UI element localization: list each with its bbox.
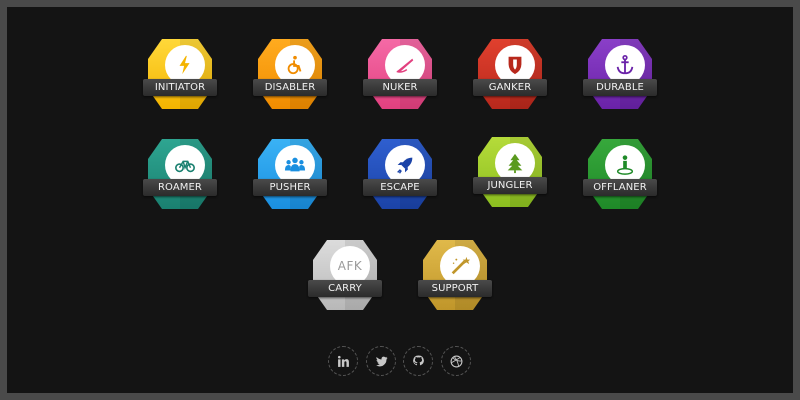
afk-label: AFK bbox=[337, 259, 363, 273]
github-icon bbox=[412, 355, 424, 365]
badge-carry[interactable]: AFK CARRY bbox=[308, 238, 392, 312]
linkedin-icon bbox=[337, 355, 349, 367]
badge-label: OFFLANER bbox=[583, 179, 657, 196]
twitter-icon bbox=[375, 356, 387, 366]
badge-disabler[interactable]: DISABLER bbox=[253, 37, 337, 111]
github-link[interactable] bbox=[403, 346, 433, 376]
badge-label: INITIATOR bbox=[143, 79, 217, 96]
dribbble-link[interactable] bbox=[441, 346, 471, 376]
badge-jungler[interactable]: JUNGLER bbox=[473, 135, 557, 209]
dribbble-icon bbox=[450, 355, 462, 367]
badge-support[interactable]: SUPPORT bbox=[418, 238, 502, 312]
badge-label: PUSHER bbox=[253, 179, 327, 196]
badge-label: DISABLER bbox=[253, 79, 327, 96]
badge-label: ROAMER bbox=[143, 179, 217, 196]
twitter-link[interactable] bbox=[366, 346, 396, 376]
linkedin-link[interactable] bbox=[328, 346, 358, 376]
badge-label: DURABLE bbox=[583, 79, 657, 96]
badge-offlaner[interactable]: OFFLANER bbox=[583, 137, 667, 211]
page-frame: INITIATOR DISABLER NUKER GANKER DURABLE … bbox=[7, 7, 793, 393]
badge-label: ESCAPE bbox=[363, 179, 437, 196]
badge-ganker[interactable]: GANKER bbox=[473, 37, 557, 111]
badge-label: SUPPORT bbox=[418, 280, 492, 297]
badge-initiator[interactable]: INITIATOR bbox=[143, 37, 227, 111]
badge-escape[interactable]: ESCAPE bbox=[363, 137, 447, 211]
badge-label: CARRY bbox=[308, 280, 382, 297]
badge-pusher[interactable]: PUSHER bbox=[253, 137, 337, 211]
badge-label: JUNGLER bbox=[473, 177, 547, 194]
badge-label: NUKER bbox=[363, 79, 437, 96]
badge-label: GANKER bbox=[473, 79, 547, 96]
badge-nuker[interactable]: NUKER bbox=[363, 37, 447, 111]
badge-durable[interactable]: DURABLE bbox=[583, 37, 667, 111]
badge-roamer[interactable]: ROAMER bbox=[143, 137, 227, 211]
